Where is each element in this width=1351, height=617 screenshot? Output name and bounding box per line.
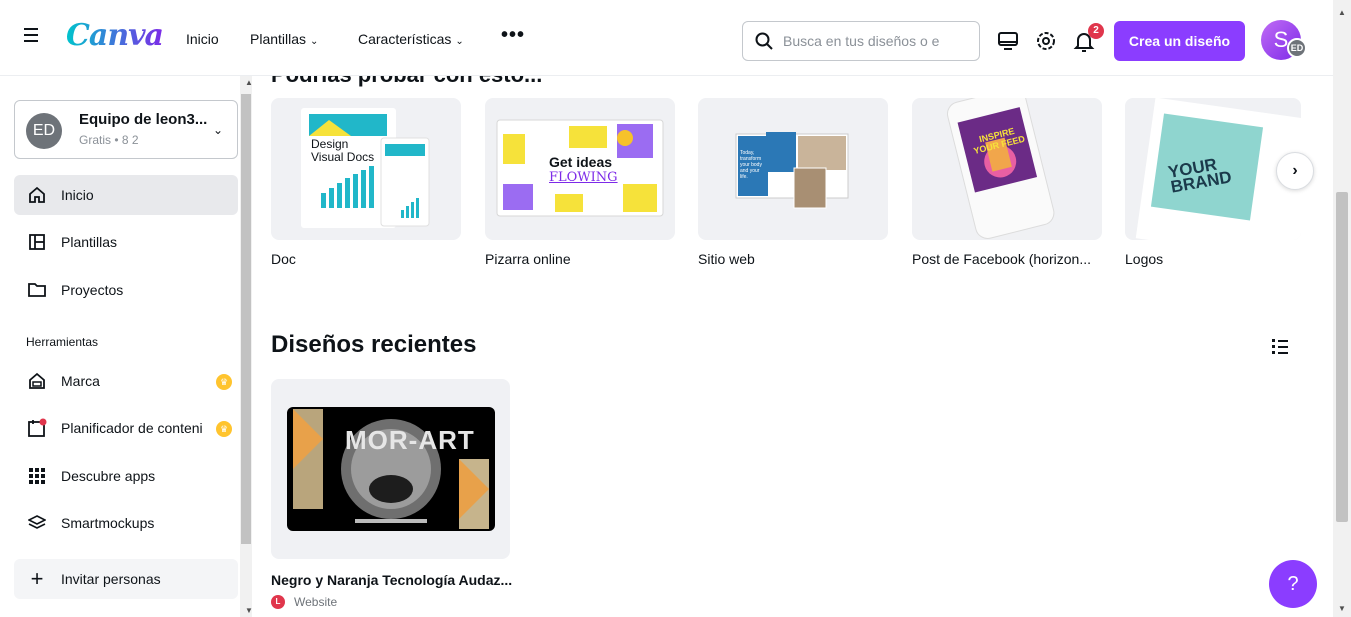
chevron-down-icon: ⌄ xyxy=(310,36,319,47)
template-card-doc[interactable]: Design Visual Docs xyxy=(271,98,461,240)
team-avatar-badge: ED xyxy=(1287,38,1307,58)
nav-caracteristicas[interactable]: Características ⌄ xyxy=(358,31,464,47)
template-card-logos[interactable]: YOUR BRAND xyxy=(1125,98,1301,240)
nav-plantillas-label: Plantillas xyxy=(250,31,307,47)
main-content: Podrías probar con esto... Design Visual… xyxy=(252,76,1333,617)
doc-thumbnail xyxy=(301,108,430,228)
calendar-icon xyxy=(26,417,48,439)
invite-button[interactable]: + Invitar personas xyxy=(14,559,238,599)
template-label-facebook[interactable]: Post de Facebook (horizon... xyxy=(912,251,1091,267)
chevron-down-icon: ⌄ xyxy=(213,123,224,137)
tools-heading: Herramientas xyxy=(26,335,99,349)
scroll-down-arrow-icon[interactable]: ▼ xyxy=(1338,604,1346,613)
sidebar-item-label: Inicio xyxy=(61,187,94,203)
search-box[interactable] xyxy=(742,21,980,61)
doc-thumb-title: Design Visual Docs xyxy=(311,137,375,164)
team-avatar: ED xyxy=(26,113,62,149)
team-plan: Gratis • 8 2 xyxy=(79,133,139,147)
template-card-sitio-web[interactable]: Today, transform your body and your life… xyxy=(698,98,888,240)
page-scroll-thumb[interactable] xyxy=(1336,192,1348,522)
create-design-button[interactable]: Crea un diseño xyxy=(1114,21,1245,61)
recent-design-thumbnail xyxy=(287,407,495,531)
recent-designs-title: Diseños recientes xyxy=(271,331,477,358)
web-thumb-text: Today, transform your body and your life… xyxy=(740,150,762,180)
notification-badge: 2 xyxy=(1088,23,1104,39)
template-card-facebook[interactable]: INSPIRE YOUR FEED xyxy=(912,98,1102,240)
sidebar-item-label: Smartmockups xyxy=(61,515,155,531)
website-type-icon: L xyxy=(271,595,285,609)
board-thumb-title: Get ideas xyxy=(549,154,613,170)
sidebar-item-planificador[interactable]: Planificador de conteni xyxy=(14,408,238,448)
templates-icon xyxy=(26,231,48,253)
template-label-doc[interactable]: Doc xyxy=(271,251,296,267)
nav-caracteristicas-label: Características xyxy=(358,31,452,47)
canva-logo[interactable]: Canva xyxy=(66,18,164,53)
sidebar-item-label: Planificador de conteni xyxy=(61,420,203,436)
recent-design-type: Website xyxy=(294,595,338,609)
board-thumb-sub: FLOWING xyxy=(549,170,618,185)
menu-icon[interactable] xyxy=(24,28,38,42)
nav-inicio[interactable]: Inicio xyxy=(186,31,219,47)
team-switcher[interactable]: ED Equipo de leon3... Gratis • 8 2 ⌄ xyxy=(14,100,238,159)
apps-grid-icon xyxy=(26,465,48,487)
sidebar-item-label: Marca xyxy=(61,373,100,389)
section-title: Podrías probar con esto... xyxy=(271,76,542,88)
desktop-app-icon[interactable] xyxy=(997,30,1019,52)
list-view-icon[interactable] xyxy=(1270,335,1292,357)
sidebar-item-label: Descubre apps xyxy=(61,468,156,484)
template-label-logos[interactable]: Logos xyxy=(1125,251,1163,267)
template-label-pizarra[interactable]: Pizarra online xyxy=(485,251,571,267)
recent-thumb-title: MOR-ART xyxy=(345,425,475,455)
recent-design-name[interactable]: Negro y Naranja Tecnología Audaz... xyxy=(271,572,512,588)
sidebar-item-proyectos[interactable]: Proyectos xyxy=(14,270,238,310)
layers-icon xyxy=(26,512,48,534)
team-name: Equipo de leon3... xyxy=(79,111,208,128)
crown-icon: ♛ xyxy=(216,421,232,437)
sidebar-item-plantillas[interactable]: Plantillas xyxy=(14,222,238,262)
page-scrollbar[interactable]: ▲ ▼ xyxy=(1333,0,1351,617)
sidebar-item-label: Plantillas xyxy=(61,234,118,250)
search-input[interactable] xyxy=(783,33,963,49)
website-thumbnail xyxy=(735,132,849,209)
plus-icon: + xyxy=(30,566,44,591)
brand-icon xyxy=(26,370,48,392)
chevron-down-icon: ⌄ xyxy=(455,36,464,47)
top-bar: Canva Inicio Plantillas ⌄ Características… xyxy=(0,0,1333,76)
sidebar-item-inicio[interactable]: Inicio xyxy=(14,175,238,215)
folder-icon xyxy=(26,279,48,301)
carousel-next-button[interactable]: › xyxy=(1276,152,1314,190)
template-card-pizarra[interactable]: Get ideas FLOWING xyxy=(485,98,675,240)
sidebar: ED Equipo de leon3... Gratis • 8 2 ⌄ Ini… xyxy=(0,76,240,617)
crown-icon: ♛ xyxy=(216,374,232,390)
nav-plantillas[interactable]: Plantillas ⌄ xyxy=(250,31,318,47)
home-icon xyxy=(26,184,48,206)
recent-design-card[interactable]: MOR-ART xyxy=(271,379,510,559)
invite-label: Invitar personas xyxy=(61,571,161,587)
chevron-right-icon: › xyxy=(1292,162,1298,179)
sidebar-item-label: Proyectos xyxy=(61,282,124,298)
scroll-up-arrow-icon[interactable]: ▲ xyxy=(1338,8,1346,17)
sidebar-scrollbar[interactable]: ▲ ▼ xyxy=(240,76,253,617)
search-icon xyxy=(755,32,773,50)
gear-icon[interactable] xyxy=(1035,30,1057,52)
help-button[interactable]: ? xyxy=(1269,560,1317,608)
sidebar-item-smartmockups[interactable]: Smartmockups xyxy=(14,503,238,543)
more-options-icon[interactable]: ••• xyxy=(501,24,525,47)
facebook-post-thumbnail xyxy=(946,98,1055,239)
sidebar-item-marca[interactable]: Marca xyxy=(14,361,238,401)
template-label-sitio-web[interactable]: Sitio web xyxy=(698,251,755,267)
sidebar-scroll-thumb[interactable] xyxy=(241,94,251,544)
sidebar-item-apps[interactable]: Descubre apps xyxy=(14,456,238,496)
